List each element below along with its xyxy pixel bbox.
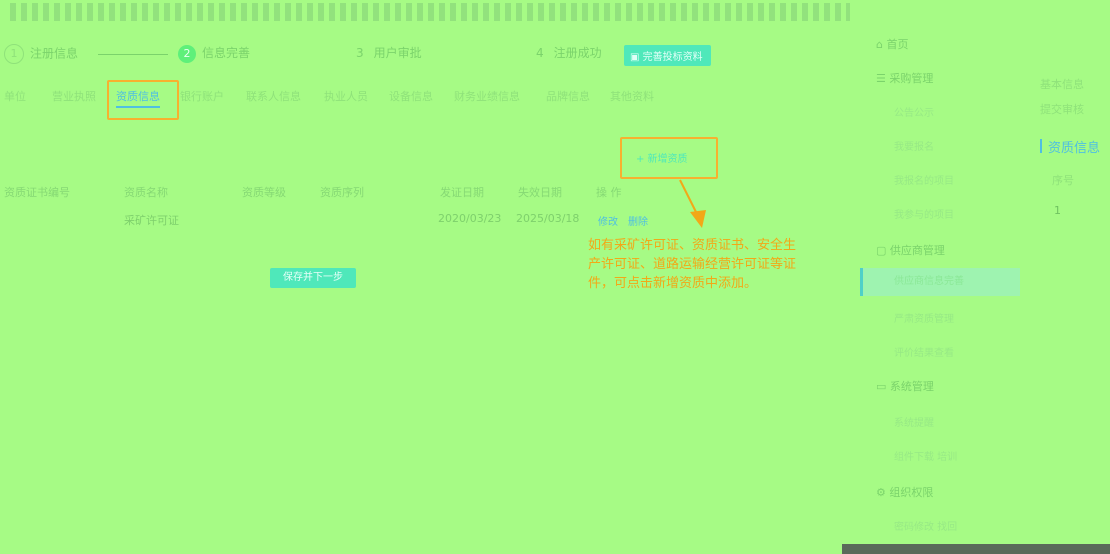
step-4: 4 注册成功 [536, 44, 602, 61]
step-2-label: 信息完善 [202, 46, 251, 60]
step-1-label: 注册信息 [30, 46, 79, 61]
th-sequence: 资质序列 [320, 186, 364, 199]
sidebar-item-announcements[interactable]: 公告公示 [894, 104, 934, 119]
th-expire-date: 失效日期 [518, 186, 562, 199]
sidebar-item-qualification-manage[interactable]: 严肃资质管理 [894, 310, 954, 325]
cell-name: 采矿许可证 [124, 214, 179, 227]
tab-submit-review[interactable]: 提交审核 [1040, 101, 1084, 117]
sidebar-group-procurement[interactable]: ☰ 采购管理 [876, 70, 933, 86]
tab-other[interactable]: 其他资料 [610, 88, 654, 104]
sidebar-item-my-participated[interactable]: 我参与的项目 [894, 206, 954, 221]
sidebar-item-register[interactable]: 我要报名 [894, 138, 934, 153]
home-icon: ⌂ [876, 38, 887, 51]
sidebar-item-evaluation[interactable]: 评价结果查看 [894, 344, 954, 359]
step-1-circle: 1 [4, 44, 24, 64]
step-1: 1 注册信息 [4, 44, 78, 64]
delete-link[interactable]: 删除 [628, 213, 648, 228]
sidebar-group-label: 采购管理 [889, 72, 934, 85]
tab-equipment[interactable]: 设备信息 [389, 88, 433, 104]
th-issue-date: 发证日期 [440, 186, 484, 199]
step-3-label: 用户审批 [373, 46, 422, 60]
th-name: 资质名称 [124, 186, 168, 199]
step-connector [98, 54, 168, 55]
sidebar-group-permissions[interactable]: ⚙ 组织权限 [876, 484, 933, 500]
tab-finance[interactable]: 财务业绩信息 [454, 88, 520, 104]
th-level: 资质等级 [242, 186, 286, 199]
th-actions: 操 作 [596, 186, 622, 199]
top-toolbar-artifacts [10, 3, 850, 21]
tab-basic-info[interactable]: 基本信息 [1040, 76, 1084, 92]
qualification-table: 资质证书编号 资质名称 资质等级 资质序列 发证日期 失效日期 操 作 采矿许可… [0, 184, 648, 236]
edit-link[interactable]: 修改 [598, 213, 618, 228]
sidebar: ⌂ 首页 ☰ 采购管理 公告公示 我要报名 我报名的项目 我参与的项目 ▢ 供应… [860, 28, 1030, 548]
sidebar-item-my-registered[interactable]: 我报名的项目 [894, 172, 954, 187]
section-marker [1040, 139, 1042, 153]
sidebar-group-label: 系统管理 [889, 380, 934, 393]
tab-unit[interactable]: 单位 [4, 88, 26, 104]
sidebar-item-password[interactable]: 密码修改 找回 [894, 518, 957, 533]
tab-license[interactable]: 营业执照 [52, 88, 96, 104]
row-index: 1 [1054, 204, 1061, 217]
step-2-circle: 2 [178, 44, 196, 63]
step-4-label: 注册成功 [553, 46, 602, 60]
add-qualification-button[interactable]: + 新增资质 [636, 150, 688, 165]
tab-contacts[interactable]: 联系人信息 [246, 88, 301, 104]
step-3-num: 3 [356, 46, 364, 60]
tab-highlight-box [107, 80, 179, 120]
annotation-note: 如有采矿许可证、资质证书、安全生产许可证、道路运输经营许可证等证件，可点击新增资… [588, 238, 797, 291]
cell-expire-date: 2025/03/18 [516, 212, 580, 225]
cell-issue-date: 2020/03/23 [438, 212, 502, 225]
save-next-button[interactable]: 保存并下一步 [270, 268, 356, 288]
sidebar-group-supplier[interactable]: ▢ 供应商管理 [876, 242, 945, 258]
complete-info-tag[interactable]: ▣ 完善投标资料 [624, 45, 711, 66]
complete-info-label: 完善投标资料 [642, 52, 703, 63]
step-4-num: 4 [536, 46, 544, 60]
sidebar-group-system[interactable]: ▭ 系统管理 [876, 378, 934, 394]
sidebar-group-label: 供应商管理 [889, 244, 945, 257]
sidebar-item-downloads[interactable]: 组件下载 培训 [894, 448, 957, 463]
gear-icon: ⚙ [876, 486, 890, 499]
tab-brand[interactable]: 品牌信息 [546, 88, 590, 104]
sidebar-home-label: 首页 [886, 38, 909, 51]
sidebar-item-supplier-info[interactable]: 供应商信息完善 [860, 268, 1020, 296]
tab-practitioners[interactable]: 执业人员 [324, 88, 368, 104]
section-title: 资质信息 [1048, 141, 1101, 156]
desktop-icon: ▭ [876, 380, 890, 393]
document-icon: ▣ [630, 52, 643, 63]
step-2: 2 信息完善 [178, 44, 250, 63]
sidebar-group-label: 组织权限 [889, 486, 934, 499]
tab-bank[interactable]: 银行账户 [180, 88, 224, 104]
th-cert-no: 资质证书编号 [4, 186, 70, 199]
tab-bar: 单位 营业执照 资质信息 银行账户 联系人信息 执业人员 设备信息 财务业绩信息… [0, 88, 700, 108]
folder-icon: ▢ [876, 244, 890, 257]
annotation-arrow [679, 179, 706, 228]
col-index-header: 序号 [1052, 174, 1074, 187]
sidebar-item-reminders[interactable]: 系统提醒 [894, 414, 934, 429]
step-3: 3 用户审批 [356, 44, 422, 61]
table-row: 采矿许可证 2020/03/23 2025/03/18 修改 删除 [0, 212, 660, 232]
list-icon: ☰ [876, 72, 890, 85]
taskbar-strip [842, 544, 1110, 554]
sidebar-home[interactable]: ⌂ 首页 [876, 36, 908, 52]
